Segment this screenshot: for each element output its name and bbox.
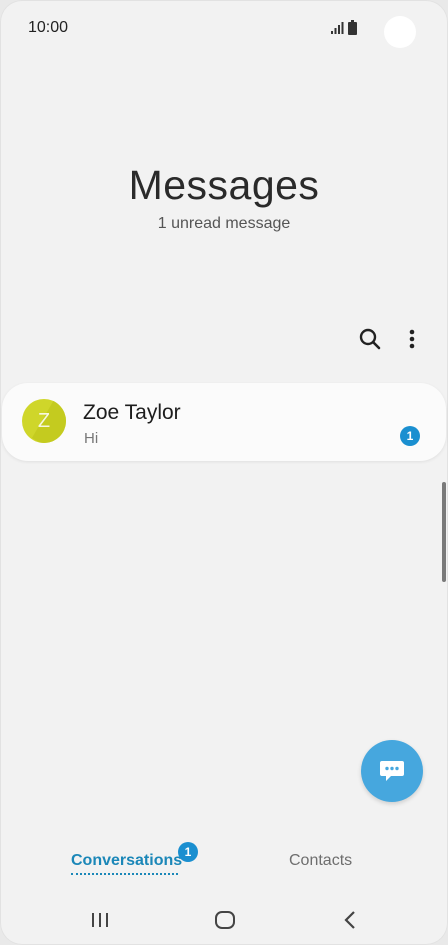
- tab-contacts[interactable]: Contacts: [289, 852, 352, 870]
- recent-apps-icon[interactable]: [90, 910, 110, 930]
- avatar: Z: [22, 399, 66, 443]
- camera-cutout: [384, 16, 416, 48]
- back-icon[interactable]: [340, 908, 360, 932]
- tab-conversations-label: Conversations: [71, 852, 183, 869]
- compose-message-icon: [380, 761, 404, 781]
- search-icon[interactable]: [357, 326, 383, 352]
- compose-button[interactable]: [361, 740, 423, 802]
- message-preview: Hi: [84, 430, 99, 447]
- unread-badge: 1: [400, 426, 420, 446]
- tab-conversations[interactable]: Conversations: [70, 850, 183, 880]
- page-title: Messages: [128, 162, 320, 208]
- status-bar: 10:00: [0, 0, 448, 56]
- home-icon[interactable]: [213, 908, 237, 932]
- contact-name: Zoe Taylor: [83, 401, 181, 424]
- tab-unread-badge: 1: [178, 842, 198, 862]
- unread-summary: 1 unread message: [157, 215, 291, 232]
- scrollbar[interactable]: [442, 482, 446, 582]
- signal-icon: [331, 22, 344, 34]
- battery-icon: [348, 20, 357, 35]
- avatar-letter: Z: [37, 410, 51, 432]
- phone-screen: 10:00 Messages 1 unread message Z Zoe Ta…: [0, 0, 448, 945]
- active-tab-indicator: [71, 873, 178, 875]
- conversation-item[interactable]: Z Zoe Taylor Hi 1: [2, 383, 446, 461]
- status-time: 10:00: [28, 19, 69, 36]
- more-options-icon[interactable]: [402, 326, 422, 352]
